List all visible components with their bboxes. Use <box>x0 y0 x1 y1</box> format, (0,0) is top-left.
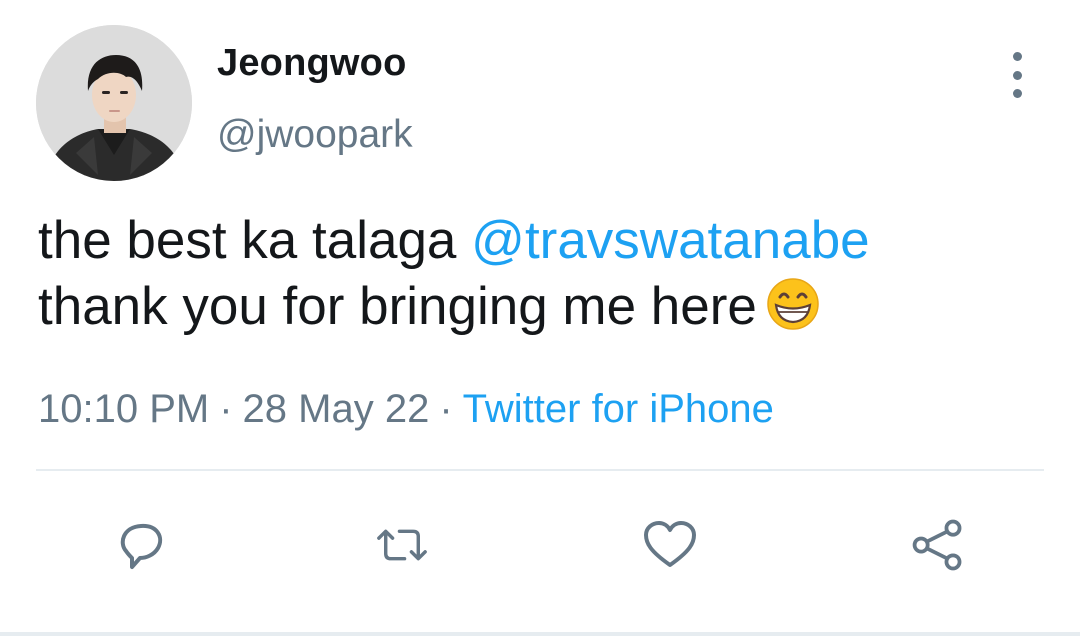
author-display-name[interactable]: Jeongwoo <box>217 42 407 85</box>
more-vertical-icon-dot <box>1012 70 1022 80</box>
like-button[interactable] <box>640 515 700 575</box>
meta-separator: · <box>439 387 453 431</box>
author-handle[interactable]: @jwoopark <box>217 113 413 157</box>
meta-separator: · <box>219 387 233 431</box>
bottom-border <box>0 632 1080 636</box>
tweet-text: the best ka talaga @travswatanabe thank … <box>38 208 1048 340</box>
avatar[interactable] <box>36 25 192 181</box>
reply-button[interactable] <box>110 515 170 575</box>
heart-icon <box>644 521 696 567</box>
retweet-button[interactable] <box>372 515 432 575</box>
more-options-button[interactable] <box>998 52 1036 98</box>
tweet-text-line-2: thank you for bringing me here <box>38 274 1048 340</box>
tweet-text-prefix: the best ka talaga <box>38 211 472 270</box>
tweet-time: 10:10 PM <box>38 387 210 431</box>
comment-icon <box>120 523 163 569</box>
tweet-date: 28 May 22 <box>242 387 430 431</box>
divider <box>36 469 1044 471</box>
retweet-icon <box>377 529 427 561</box>
more-vertical-icon-dot <box>1012 89 1022 98</box>
mention-link[interactable]: @travswatanabe <box>471 211 870 270</box>
tweet-text-line-1: the best ka talaga @travswatanabe <box>38 208 1048 274</box>
share-icon <box>912 519 962 571</box>
grinning-face-emoji-icon <box>765 276 821 332</box>
more-vertical-icon <box>1012 52 1022 61</box>
tweet-text-body: thank you for bringing me here <box>38 277 757 336</box>
share-button[interactable] <box>908 515 968 575</box>
tweet-source-link[interactable]: Twitter for iPhone <box>463 387 774 431</box>
tweet-card: Jeongwoo @jwoopark the best ka talaga @t… <box>0 0 1080 636</box>
tweet-meta: 10:10 PM · 28 May 22 · Twitter for iPhone <box>38 387 774 432</box>
